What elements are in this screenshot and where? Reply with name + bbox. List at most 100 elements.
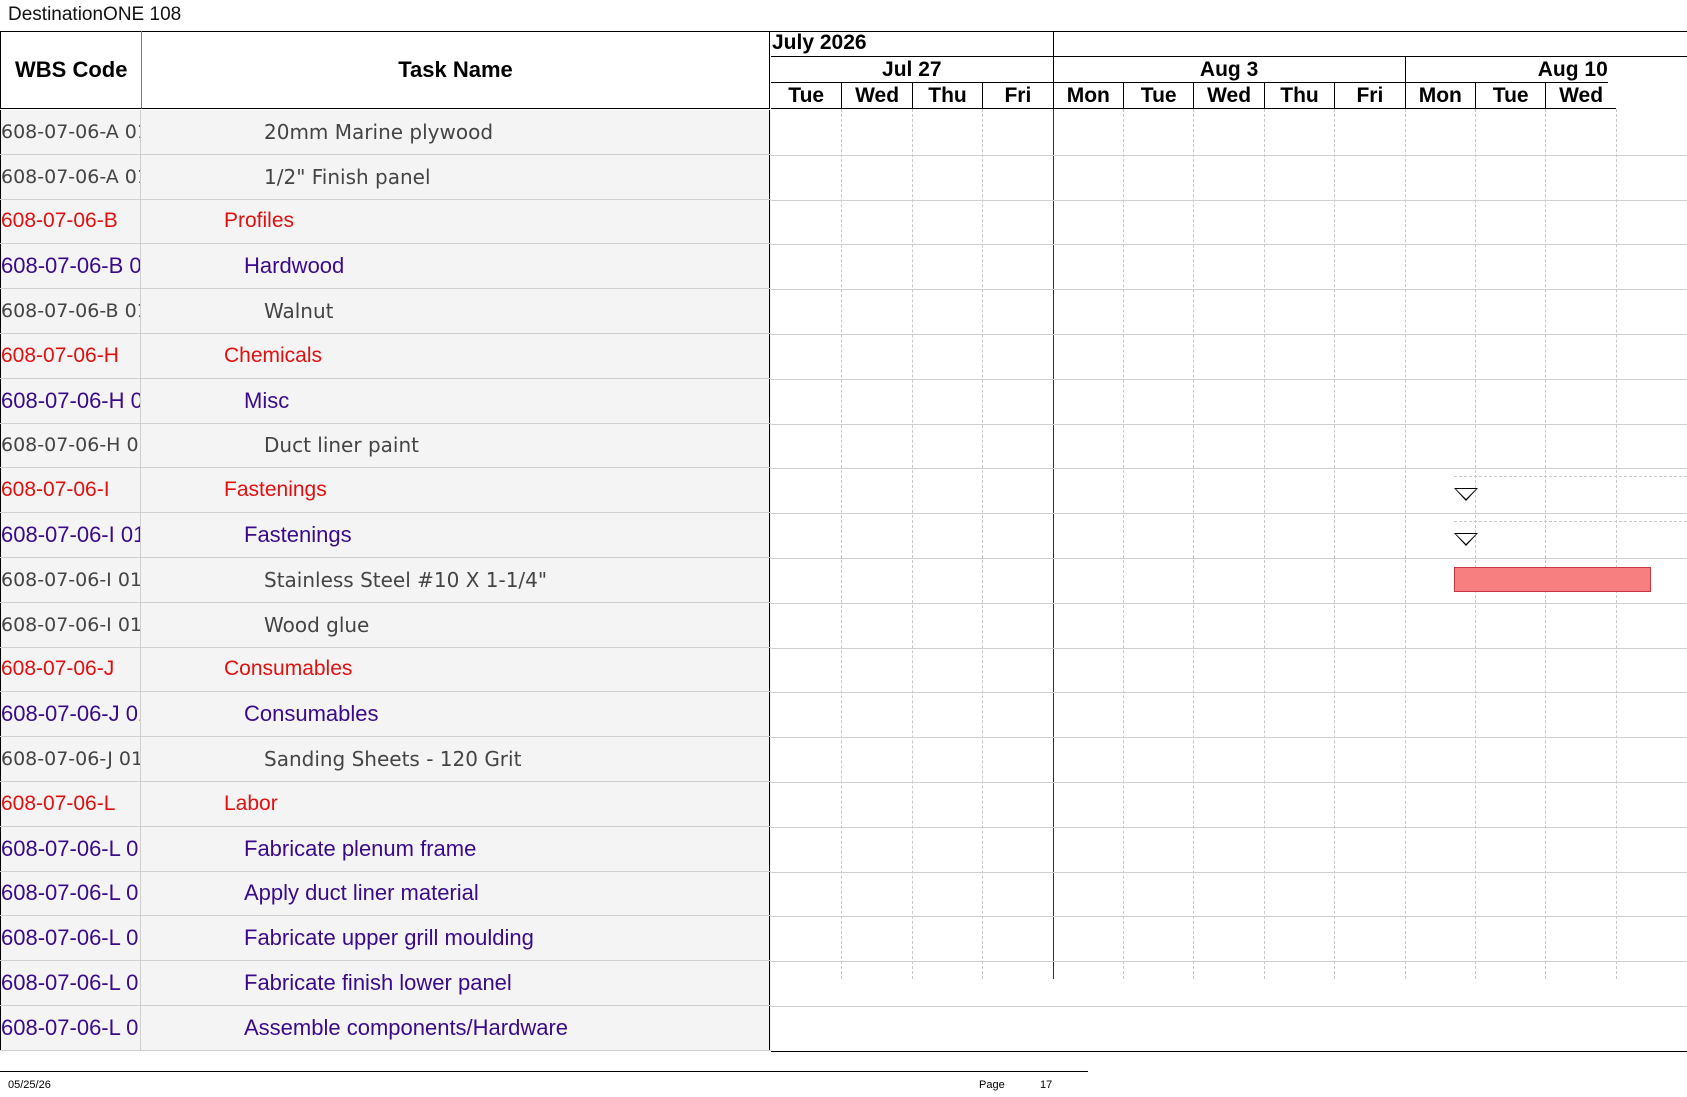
table-row[interactable]: 608-07-06-L 01 Apply duct liner material <box>0 871 771 917</box>
wbs-code-cell: 608-07-06-L 01 <box>0 961 141 1005</box>
row-grid-line <box>771 1006 1687 1007</box>
timeline-week: Aug 10 <box>1404 57 1608 83</box>
row-grid-line <box>771 782 1687 783</box>
task-name-cell: Chemicals <box>142 333 770 378</box>
table-row[interactable]: 608-07-06-L 01 Fabricate upper grill moul… <box>0 916 771 962</box>
table-row[interactable]: 608-07-06-J 01 Sanding Sheets - 120 Grit <box>0 737 771 782</box>
row-grid-line <box>771 916 1687 918</box>
wbs-code-cell: 608-07-06-B 01 <box>0 244 141 289</box>
task-bar[interactable] <box>1453 567 1651 592</box>
timeline-day: Wed <box>841 83 912 109</box>
timeline-week: Jul 27 <box>771 57 1053 83</box>
timeline-day: Fri <box>1334 83 1405 109</box>
day-grid-line <box>1404 109 1406 979</box>
wbs-column-header[interactable]: WBS Code <box>0 31 142 109</box>
wbs-code-cell: 608-07-06-I <box>0 468 141 513</box>
wbs-code-cell: 608-07-06-I 01 <box>0 602 141 647</box>
table-row[interactable]: 608-07-06-B Profiles <box>0 199 771 245</box>
summary-dashed-line <box>1453 521 1687 523</box>
task-name-cell: 20mm Marine plywood <box>142 110 770 154</box>
task-name-cell: Consumables <box>142 692 770 737</box>
task-name-cell: Apply duct liner material <box>142 871 770 916</box>
wbs-code-cell: 608-07-06-H <box>0 333 141 378</box>
wbs-code-cell: 608-07-06-J 01 <box>0 692 141 737</box>
day-grid-line <box>1193 109 1195 979</box>
task-name-cell: Wood glue <box>142 602 770 647</box>
table-row[interactable]: 608-07-06-H 01 Misc <box>0 378 771 424</box>
task-name-cell: Assemble components/Hardware <box>142 1005 770 1050</box>
day-grid-line <box>1545 109 1547 979</box>
task-name-cell: Fabricate upper grill moulding <box>142 916 770 961</box>
row-grid-line <box>771 513 1687 515</box>
table-row[interactable]: 608-07-06-I 01 Fastenings <box>0 513 771 558</box>
row-grid-line <box>771 961 1687 963</box>
table-row[interactable]: 608-07-06-I 01 Wood glue <box>0 602 771 648</box>
wbs-code-cell: 608-07-06-L 01 <box>0 871 141 916</box>
row-grid-line <box>771 602 1687 604</box>
table-row[interactable]: 608-07-06-B 01 Hardwood <box>0 244 771 290</box>
row-grid-line <box>771 647 1687 649</box>
wbs-code-cell: 608-07-06-L 01 <box>0 916 141 961</box>
wbs-code-cell: 608-07-06-I 01 <box>0 557 141 602</box>
table-row[interactable]: 608-07-06-H Chemicals <box>0 333 771 379</box>
document-title: DestinationONE 108 <box>8 4 182 25</box>
timeline-day: Fri <box>982 83 1053 109</box>
summary-milestone-icon-fill <box>1455 534 1476 545</box>
row-grid-line <box>771 558 1687 559</box>
table-row[interactable]: 608-07-06-I Fastenings <box>0 468 771 514</box>
summary-milestone-icon-fill <box>1455 489 1476 500</box>
table-row[interactable]: 608-07-06-H 01 Duct liner paint <box>0 423 771 469</box>
task-name-cell: Fabricate plenum frame <box>142 826 770 871</box>
day-grid-line <box>841 109 843 979</box>
table-row[interactable]: 608-07-06-L 01 Fabricate plenum frame <box>0 826 771 872</box>
task-name-cell: Fastenings <box>142 513 770 557</box>
chart-bottom-border <box>771 1050 1687 1052</box>
wbs-code-cell: 608-07-06-L 01 <box>0 1005 141 1050</box>
wbs-code-cell: 608-07-06-I 01 <box>0 513 141 557</box>
row-grid-line <box>771 199 1687 201</box>
table-row[interactable]: 608-07-06-L 01 Assemble components/Hardwa… <box>0 1005 771 1051</box>
wbs-code-cell: 608-07-06-J 01 <box>0 737 141 781</box>
footer-divider <box>0 1071 1088 1072</box>
task-name-cell: Misc <box>142 378 770 423</box>
row-grid-line <box>771 423 1687 425</box>
day-grid-line <box>1123 109 1124 979</box>
table-row[interactable]: 608-07-06-I 01 Stainless Steel #10 X 1-1/… <box>0 557 771 603</box>
month-divider <box>1052 31 1054 57</box>
week-boundary-line <box>1052 109 1054 979</box>
task-name-cell: Hardwood <box>142 244 770 289</box>
day-grid-line <box>911 109 913 979</box>
task-table: 608-07-06-A 01 20mm Marine plywood 608-07-… <box>0 110 771 1051</box>
timeline-day: Mon <box>1052 83 1123 109</box>
day-grid-line <box>1263 109 1265 979</box>
table-row[interactable]: 608-07-06-L Labor <box>0 781 771 827</box>
wbs-code-cell: 608-07-06-A 01 <box>0 154 141 199</box>
day-grid-line <box>1615 109 1617 979</box>
wbs-code-cell: 608-07-06-L <box>0 781 141 826</box>
row-grid-line <box>771 378 1687 380</box>
table-row[interactable]: 608-07-06-B 01 Walnut <box>0 289 771 334</box>
timeline-day: Wed <box>1545 83 1616 109</box>
table-row[interactable]: 608-07-06-A 01 1/2" Finish panel <box>0 154 771 200</box>
table-row[interactable]: 608-07-06-J Consumables <box>0 647 771 693</box>
row-grid-line <box>771 334 1687 335</box>
summary-dashed-line <box>1453 476 1687 478</box>
timeline-month: July 2026 <box>771 31 1687 57</box>
wbs-code-cell: 608-07-06-A 01 <box>0 110 141 154</box>
task-name-cell: Fastenings <box>142 468 770 513</box>
footer-page-label: Page <box>979 1079 1005 1091</box>
table-row[interactable]: 608-07-06-A 01 20mm Marine plywood <box>0 110 771 155</box>
gantt-chart: July 2026 Jul 27 Aug 3 Aug 10 Tue Wed Thu Fri Mo… <box>771 31 1687 1052</box>
row-grid-line <box>771 154 1687 156</box>
task-name-cell: Consumables <box>142 647 770 692</box>
wbs-code-cell: 608-07-06-B <box>0 199 141 244</box>
timeline-day: Tue <box>1123 83 1194 109</box>
table-row[interactable]: 608-07-06-J 01 Consumables <box>0 692 771 738</box>
wbs-header-label: WBS Code <box>15 57 128 82</box>
wbs-code-cell: 608-07-06-H 01 <box>0 378 141 423</box>
task-name-column-header[interactable]: Task Name <box>142 31 770 109</box>
wbs-code-cell: 608-07-06-B 01 <box>0 289 141 333</box>
footer-page-number: 17 <box>1040 1079 1053 1091</box>
task-name-cell: Walnut <box>142 289 770 333</box>
table-row[interactable]: 608-07-06-L 01 Fabricate finish lower pan… <box>0 961 771 1006</box>
